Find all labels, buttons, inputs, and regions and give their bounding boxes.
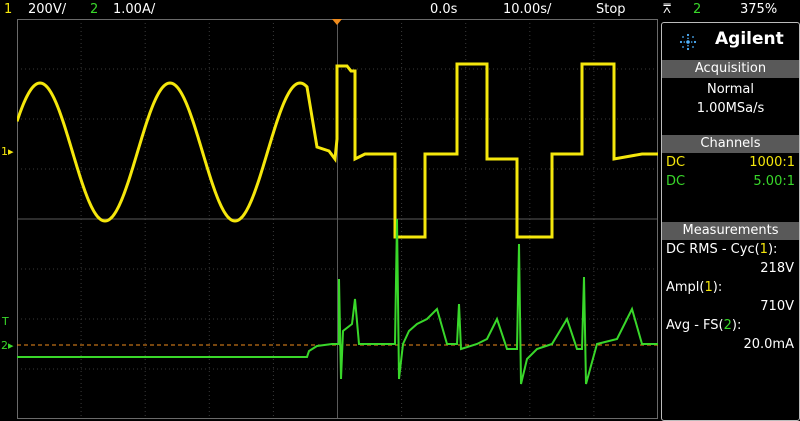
waveform-canvas	[17, 19, 658, 419]
channel-row-2[interactable]: DC 5.00:1	[662, 172, 799, 191]
ch2-number[interactable]: 2	[90, 0, 98, 20]
ch1-scale[interactable]: 200V/	[28, 0, 66, 20]
measurement-value: 20.0mA	[743, 337, 794, 352]
side-panel: Agilent Acquisition Normal 1.00MSa/s Cha…	[661, 22, 800, 421]
trigger-level[interactable]: 375%	[740, 0, 777, 20]
ch1-number[interactable]: 1	[4, 0, 12, 20]
acquisition-mode: Normal	[706, 82, 755, 97]
trigger-edge-icon: ⩞	[663, 2, 671, 17]
sample-rate: 1.00MSa/s	[696, 101, 765, 116]
agilent-spark-icon	[679, 33, 697, 51]
measurement-value: 218V	[760, 261, 794, 276]
ch1-coupling: DC	[666, 155, 686, 170]
channels-header[interactable]: Channels	[662, 135, 799, 153]
measurement-label: Avg - FS(2):	[666, 318, 742, 333]
brand-logo: Agilent	[662, 23, 799, 60]
measurement-label: DC RMS - Cyc(1):	[666, 242, 778, 257]
ch2-coupling: DC	[666, 174, 686, 189]
trigger-source[interactable]: 2	[693, 0, 701, 20]
trigger-level-marker[interactable]: T	[2, 316, 9, 327]
acquisition-header[interactable]: Acquisition	[662, 60, 799, 78]
channel-row-1[interactable]: DC 1000:1	[662, 153, 799, 172]
brand-name: Agilent	[715, 29, 784, 49]
ch1-probe-ratio: 1000:1	[749, 155, 795, 170]
time-scale[interactable]: 10.00s/	[503, 0, 551, 20]
ch2-probe-ratio: 5.00:1	[753, 174, 795, 189]
waveform-display[interactable]	[17, 19, 658, 419]
ch1-ground-marker[interactable]: 1▸	[1, 146, 14, 157]
measurement-label: Ampl(1):	[666, 280, 723, 295]
run-state[interactable]: Stop	[596, 0, 626, 20]
status-bar: 1 200V/ 2 1.00A/ 0.0s 10.00s/ Stop ⩞ 2 3…	[0, 0, 800, 20]
measurement-value: 710V	[760, 299, 794, 314]
ch2-scale[interactable]: 1.00A/	[113, 0, 155, 20]
measurements-header[interactable]: Measurements	[662, 222, 799, 240]
ch2-ground-marker[interactable]: 2▸	[1, 340, 14, 351]
trigger-position-marker	[332, 19, 342, 25]
time-offset[interactable]: 0.0s	[430, 0, 457, 20]
